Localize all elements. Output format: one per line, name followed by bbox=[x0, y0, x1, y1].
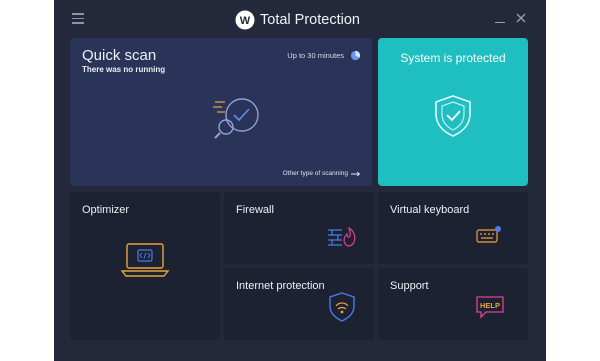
internet-shield-icon bbox=[329, 292, 355, 322]
quick-scan-status: There was no running bbox=[82, 65, 166, 74]
other-scanning-label: Other type of scanning bbox=[282, 170, 348, 177]
scan-magnifier-icon bbox=[213, 98, 259, 139]
protection-status-label: System is protected bbox=[400, 51, 506, 65]
app-window: W Total Protection Quick scan There was … bbox=[54, 0, 546, 361]
virtual-keyboard-tile[interactable]: Virtual keyboard bbox=[378, 192, 528, 264]
support-label: Support bbox=[390, 280, 429, 292]
app-brand: W Total Protection bbox=[235, 10, 360, 30]
laptop-code-icon bbox=[120, 243, 170, 277]
optimizer-label: Optimizer bbox=[82, 204, 130, 216]
other-scanning-link[interactable]: Other type of scanning bbox=[283, 170, 361, 177]
quick-scan-tile[interactable]: Quick scan There was no running Up to 30… bbox=[70, 38, 372, 186]
arrow-right-icon bbox=[351, 171, 361, 176]
support-tile[interactable]: Support HELP bbox=[378, 268, 528, 340]
quick-scan-title: Quick scan bbox=[82, 47, 157, 64]
app-logo-icon: W bbox=[235, 10, 255, 30]
internet-protection-label: Internet protection bbox=[236, 280, 325, 292]
help-badge-text: HELP bbox=[480, 301, 500, 310]
protection-status-tile[interactable]: System is protected bbox=[378, 38, 528, 186]
help-bubble-icon: HELP bbox=[476, 296, 504, 319]
firewall-icon bbox=[328, 226, 356, 247]
keyboard-icon bbox=[476, 226, 501, 243]
virtual-keyboard-label: Virtual keyboard bbox=[390, 204, 470, 216]
title-bar: W Total Protection bbox=[54, 0, 546, 38]
optimizer-tile[interactable]: Optimizer bbox=[70, 192, 220, 340]
minimize-icon[interactable] bbox=[494, 12, 506, 24]
hamburger-menu-icon[interactable] bbox=[72, 13, 84, 24]
firewall-label: Firewall bbox=[236, 204, 274, 216]
shield-check-icon bbox=[435, 95, 471, 137]
app-title: Total Protection bbox=[260, 12, 360, 28]
scan-duration: Up to 30 minutes bbox=[287, 51, 344, 60]
logo-letter: W bbox=[240, 15, 251, 27]
clock-icon bbox=[350, 50, 361, 61]
firewall-tile[interactable]: Firewall bbox=[224, 192, 374, 264]
close-icon[interactable] bbox=[515, 12, 527, 24]
internet-protection-tile[interactable]: Internet protection bbox=[224, 268, 374, 340]
